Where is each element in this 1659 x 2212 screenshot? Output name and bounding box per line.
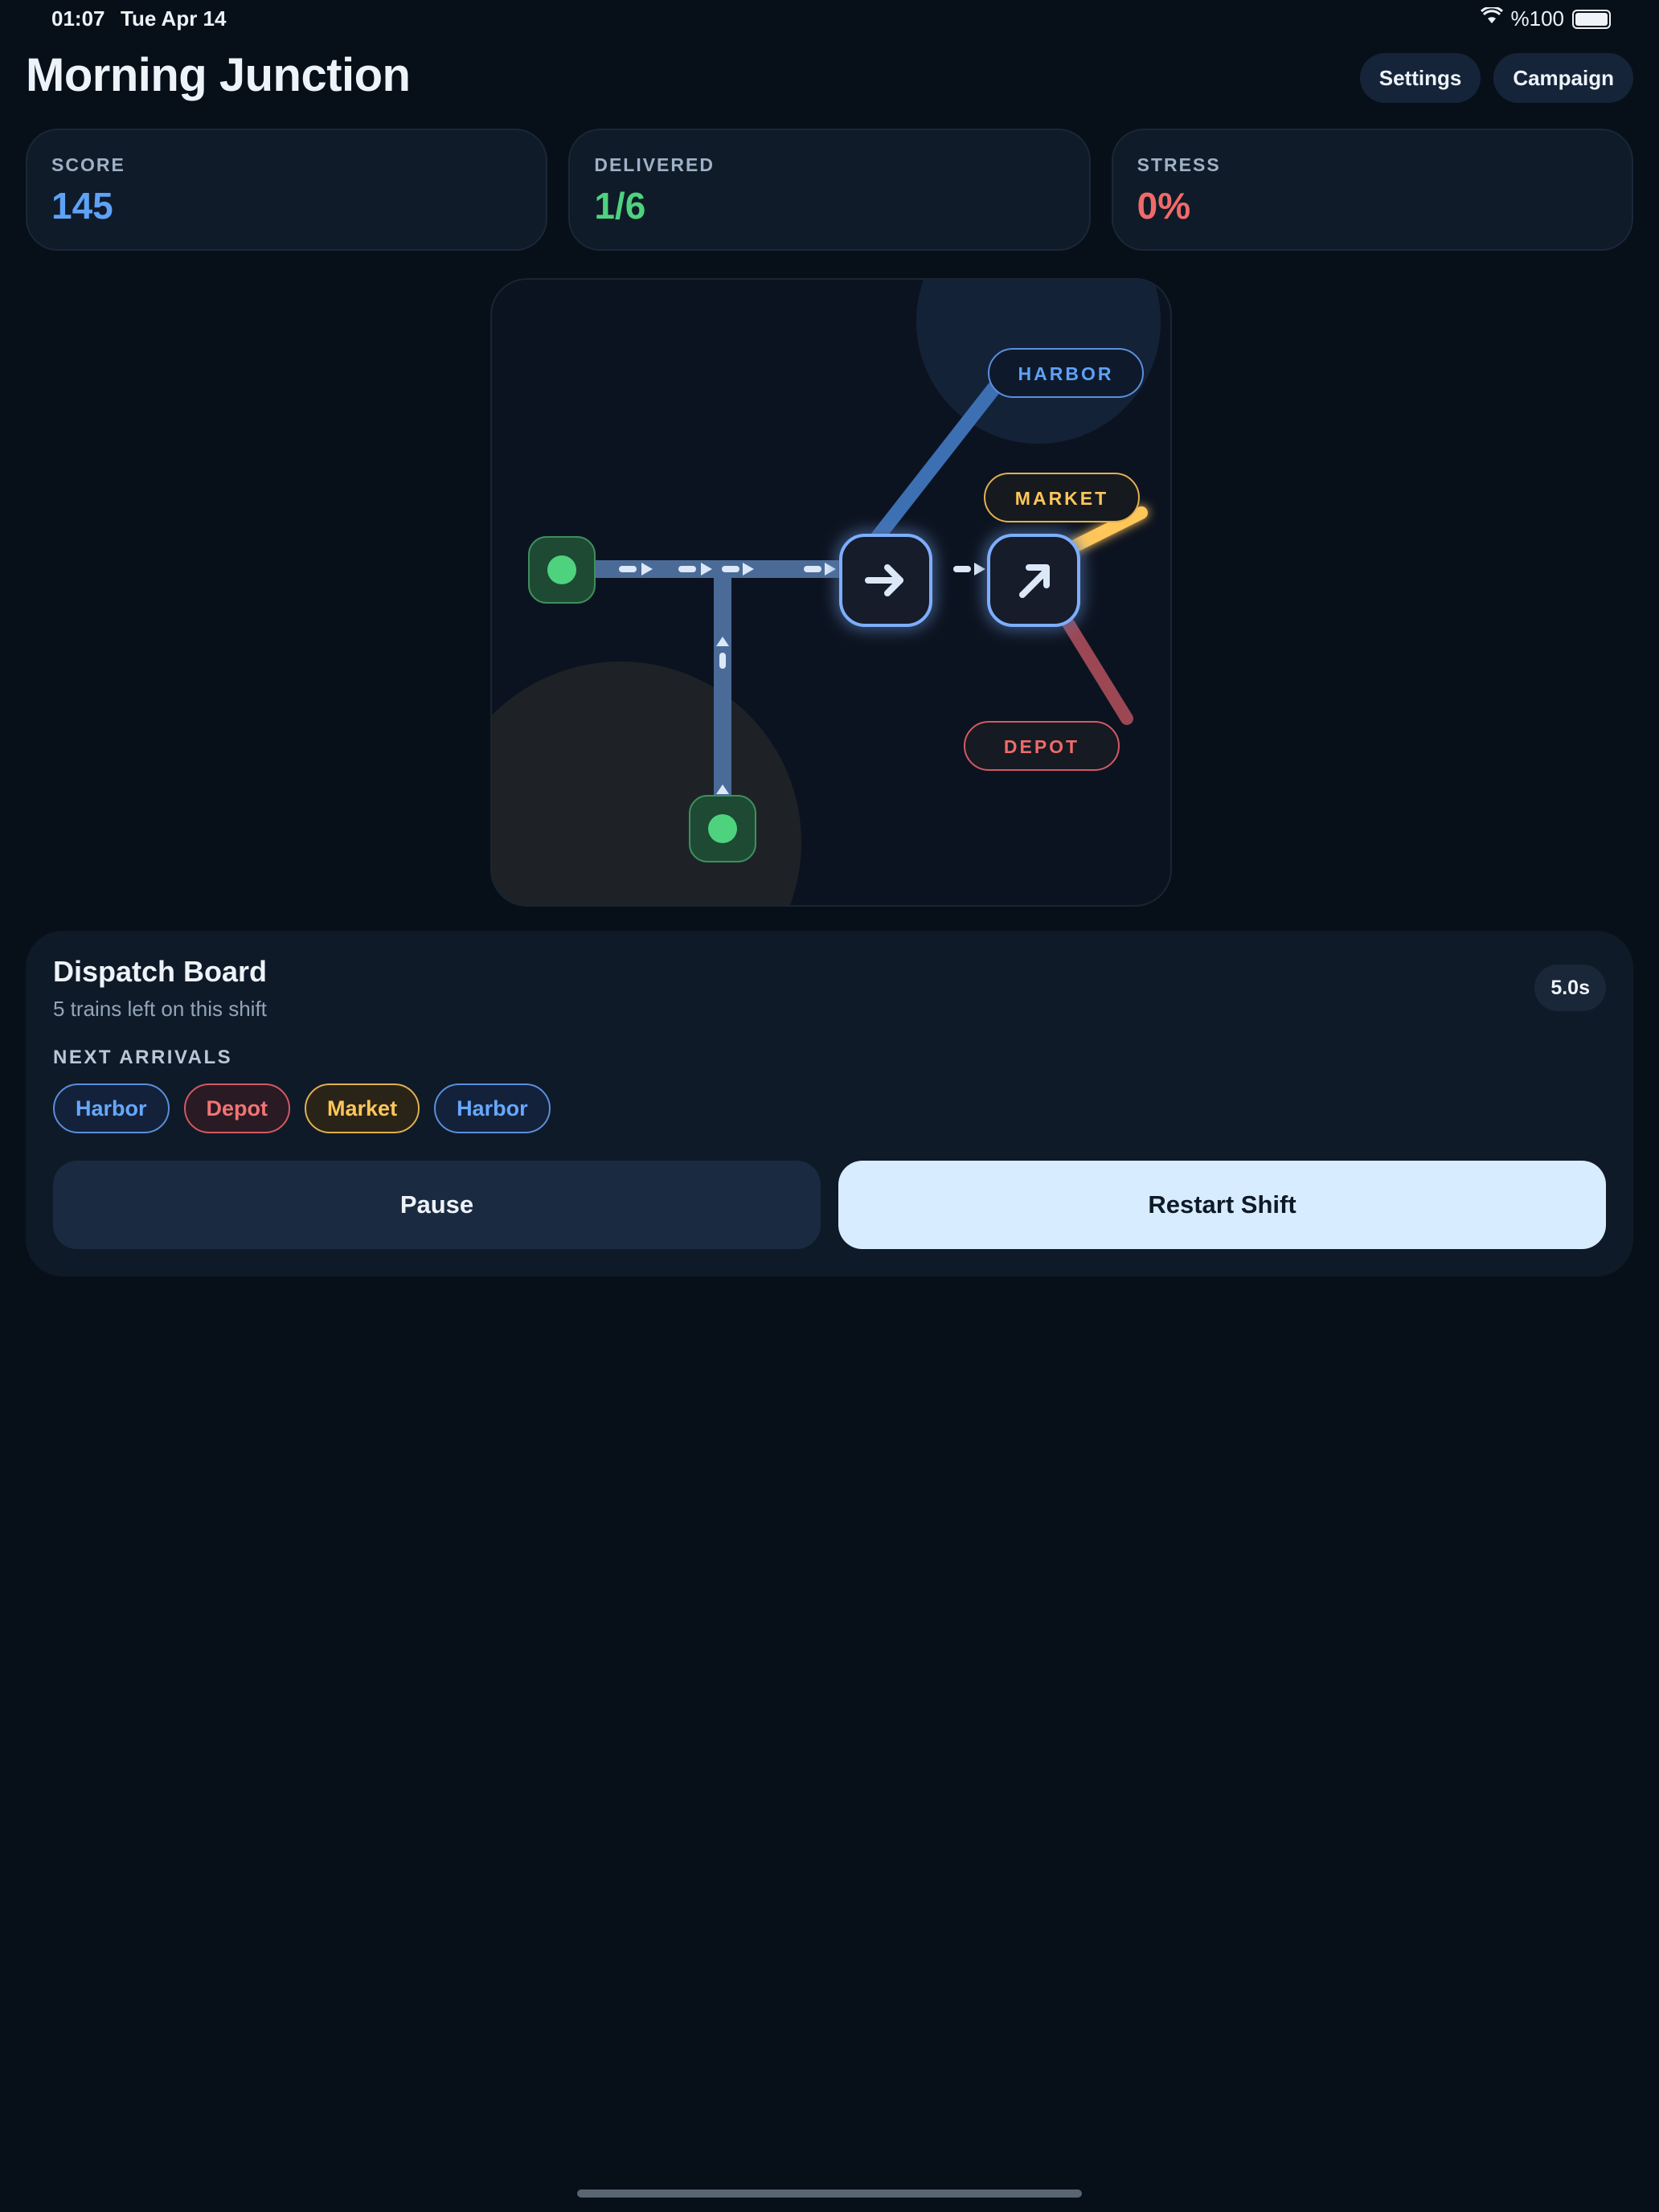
pause-button[interactable]: Pause: [53, 1161, 821, 1249]
campaign-button[interactable]: Campaign: [1493, 53, 1633, 103]
arrival-chip: Market: [305, 1083, 420, 1133]
dispatch-board: Dispatch Board 5 trains left on this shi…: [26, 931, 1633, 1276]
arrival-chip: Harbor: [434, 1083, 551, 1133]
status-bar: 01:07 Tue Apr 14 %100: [0, 0, 1659, 39]
switch-1[interactable]: [839, 534, 932, 627]
arrival-chip: Harbor: [53, 1083, 170, 1133]
score-label: SCORE: [51, 154, 125, 175]
status-date: Tue Apr 14: [121, 6, 227, 31]
delivered-card: DELIVERED 1/6: [568, 129, 1091, 251]
track-map-canvas: HARBOR MARKET DEPOT: [492, 280, 1161, 905]
station-depot-label: DEPOT: [1004, 736, 1079, 757]
switch-2[interactable]: [987, 534, 1080, 627]
stress-value: 0%: [1137, 185, 1191, 227]
delivered-value: 1/6: [594, 185, 646, 227]
dispatch-subtitle: 5 trains left on this shift: [53, 997, 267, 1021]
arrival-chip: Depot: [183, 1083, 291, 1133]
station-market-label: MARKET: [1015, 488, 1108, 509]
stress-label: STRESS: [1137, 154, 1221, 175]
restart-shift-button[interactable]: Restart Shift: [838, 1161, 1606, 1249]
wifi-icon: [1480, 6, 1503, 31]
battery-icon: [1572, 9, 1611, 29]
score-card: SCORE 145: [26, 129, 548, 251]
settings-button[interactable]: Settings: [1359, 53, 1481, 103]
status-time: 01:07: [51, 6, 105, 31]
station-market[interactable]: MARKET: [984, 473, 1140, 522]
station-harbor-label: HARBOR: [1018, 363, 1114, 384]
page-title: Morning Junction: [26, 49, 411, 101]
delivered-label: DELIVERED: [594, 154, 715, 175]
next-arrivals-list: Harbor Depot Market Harbor: [53, 1083, 551, 1133]
battery-percent: %100: [1510, 6, 1565, 31]
map-decor-circle: [492, 662, 801, 905]
home-indicator[interactable]: [577, 2189, 1082, 2198]
spawn-south: [689, 795, 756, 862]
header-actions: Settings Campaign: [1359, 53, 1633, 103]
score-value: 145: [51, 185, 113, 227]
stress-card: STRESS 0%: [1111, 129, 1633, 251]
station-harbor[interactable]: HARBOR: [988, 348, 1144, 398]
spawn-west: [528, 536, 596, 604]
dispatch-actions: Pause Restart Shift: [53, 1161, 1606, 1249]
stats-row: SCORE 145 DELIVERED 1/6 STRESS 0%: [26, 129, 1633, 251]
spawn-timer-badge: 5.0s: [1534, 965, 1606, 1011]
next-arrivals-label: NEXT ARRIVALS: [53, 1047, 233, 1068]
station-depot[interactable]: DEPOT: [964, 721, 1120, 771]
track-map[interactable]: HARBOR MARKET DEPOT: [490, 278, 1172, 907]
dispatch-title: Dispatch Board: [53, 955, 268, 988]
